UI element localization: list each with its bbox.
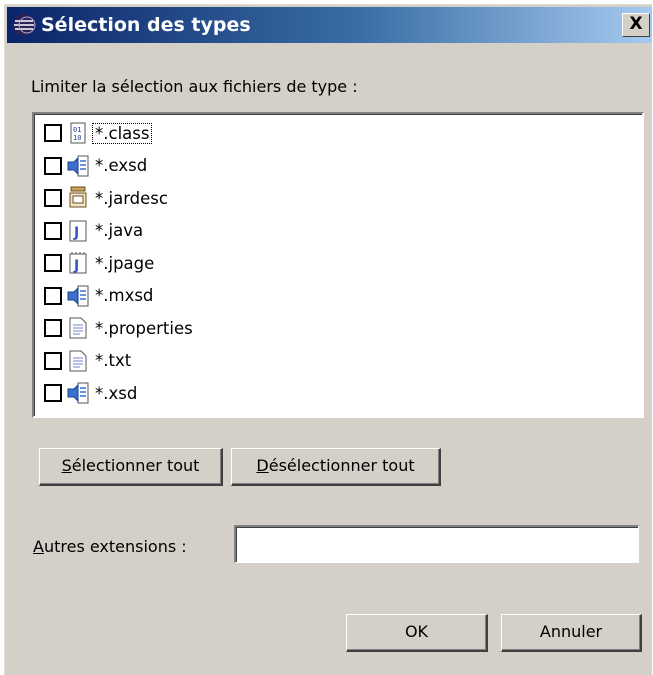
file-type-label: *.exsd (95, 156, 148, 175)
jar-description-icon (66, 186, 90, 210)
schema-file-icon (66, 284, 90, 308)
file-type-label: *.txt (95, 351, 132, 370)
other-extensions-input[interactable] (234, 525, 639, 563)
select-all-mnemonic: S (61, 456, 72, 475)
list-item[interactable]: *.exsd (44, 150, 149, 182)
file-type-label: *.mxsd (95, 286, 154, 305)
java-file-icon: J (66, 219, 90, 243)
checkbox[interactable] (44, 286, 62, 305)
checkbox[interactable] (44, 124, 62, 142)
file-type-label: *.properties (95, 318, 193, 338)
select-all-button[interactable]: Sélectionner tout (39, 448, 223, 486)
other-extensions-mnemonic: A (33, 537, 44, 556)
file-type-label: *.class (91, 122, 153, 144)
other-extensions-text: utres extensions : (43, 537, 187, 556)
deselect-all-label: ésélectionner tout (268, 456, 415, 475)
schema-file-icon (66, 381, 90, 405)
type-selection-dialog: Sélection des types X Limiter la sélecti… (4, 4, 652, 675)
list-item[interactable]: *.xsd (44, 377, 139, 409)
select-all-label: électionner tout (71, 456, 200, 475)
file-type-label: *.xsd (95, 383, 138, 403)
text-file-icon (66, 316, 90, 340)
class-file-icon: 01 10 (66, 121, 90, 145)
svg-text:01: 01 (73, 126, 81, 134)
deselect-all-button[interactable]: Désélectionner tout (231, 448, 441, 486)
file-type-list[interactable]: 01 10 *.class *.exsd *.jardesc J *.java J *.jpag… (32, 112, 644, 418)
cancel-button[interactable]: Annuler (501, 614, 642, 652)
file-type-label: *.jpage (95, 253, 155, 273)
checkbox[interactable] (44, 189, 62, 207)
deselect-all-mnemonic: D (256, 456, 269, 475)
svg-text:J: J (73, 258, 79, 274)
list-item[interactable]: *.properties (44, 312, 195, 344)
file-type-label: *.jardesc (95, 188, 168, 208)
other-extensions-label: Autres extensions : (33, 537, 187, 556)
checkbox[interactable] (44, 319, 62, 337)
close-button[interactable]: X (622, 13, 650, 37)
eclipse-icon (12, 13, 36, 37)
schema-file-icon (66, 154, 90, 178)
list-item[interactable]: *.mxsd (44, 280, 155, 312)
list-item[interactable]: *.jardesc (44, 182, 170, 214)
checkbox[interactable] (44, 351, 62, 370)
checkbox[interactable] (44, 221, 62, 240)
list-item[interactable]: *.txt (44, 345, 133, 377)
text-file-icon (66, 349, 90, 373)
java-page-icon: J (66, 251, 90, 275)
checkbox[interactable] (44, 156, 62, 175)
checkbox[interactable] (44, 254, 62, 272)
list-item[interactable]: J *.java (44, 215, 145, 247)
dialog-title: Sélection des types (41, 14, 251, 36)
list-item[interactable]: J *.jpage (44, 247, 156, 279)
list-item[interactable]: 01 10 *.class (44, 117, 153, 149)
filter-prompt: Limiter la sélection aux fichiers de typ… (31, 77, 358, 96)
svg-text:10: 10 (73, 134, 81, 142)
svg-text:J: J (73, 225, 79, 241)
checkbox[interactable] (44, 384, 62, 402)
ok-button[interactable]: OK (346, 614, 488, 652)
file-type-label: *.java (95, 221, 144, 240)
title-bar[interactable]: Sélection des types X (7, 7, 652, 43)
